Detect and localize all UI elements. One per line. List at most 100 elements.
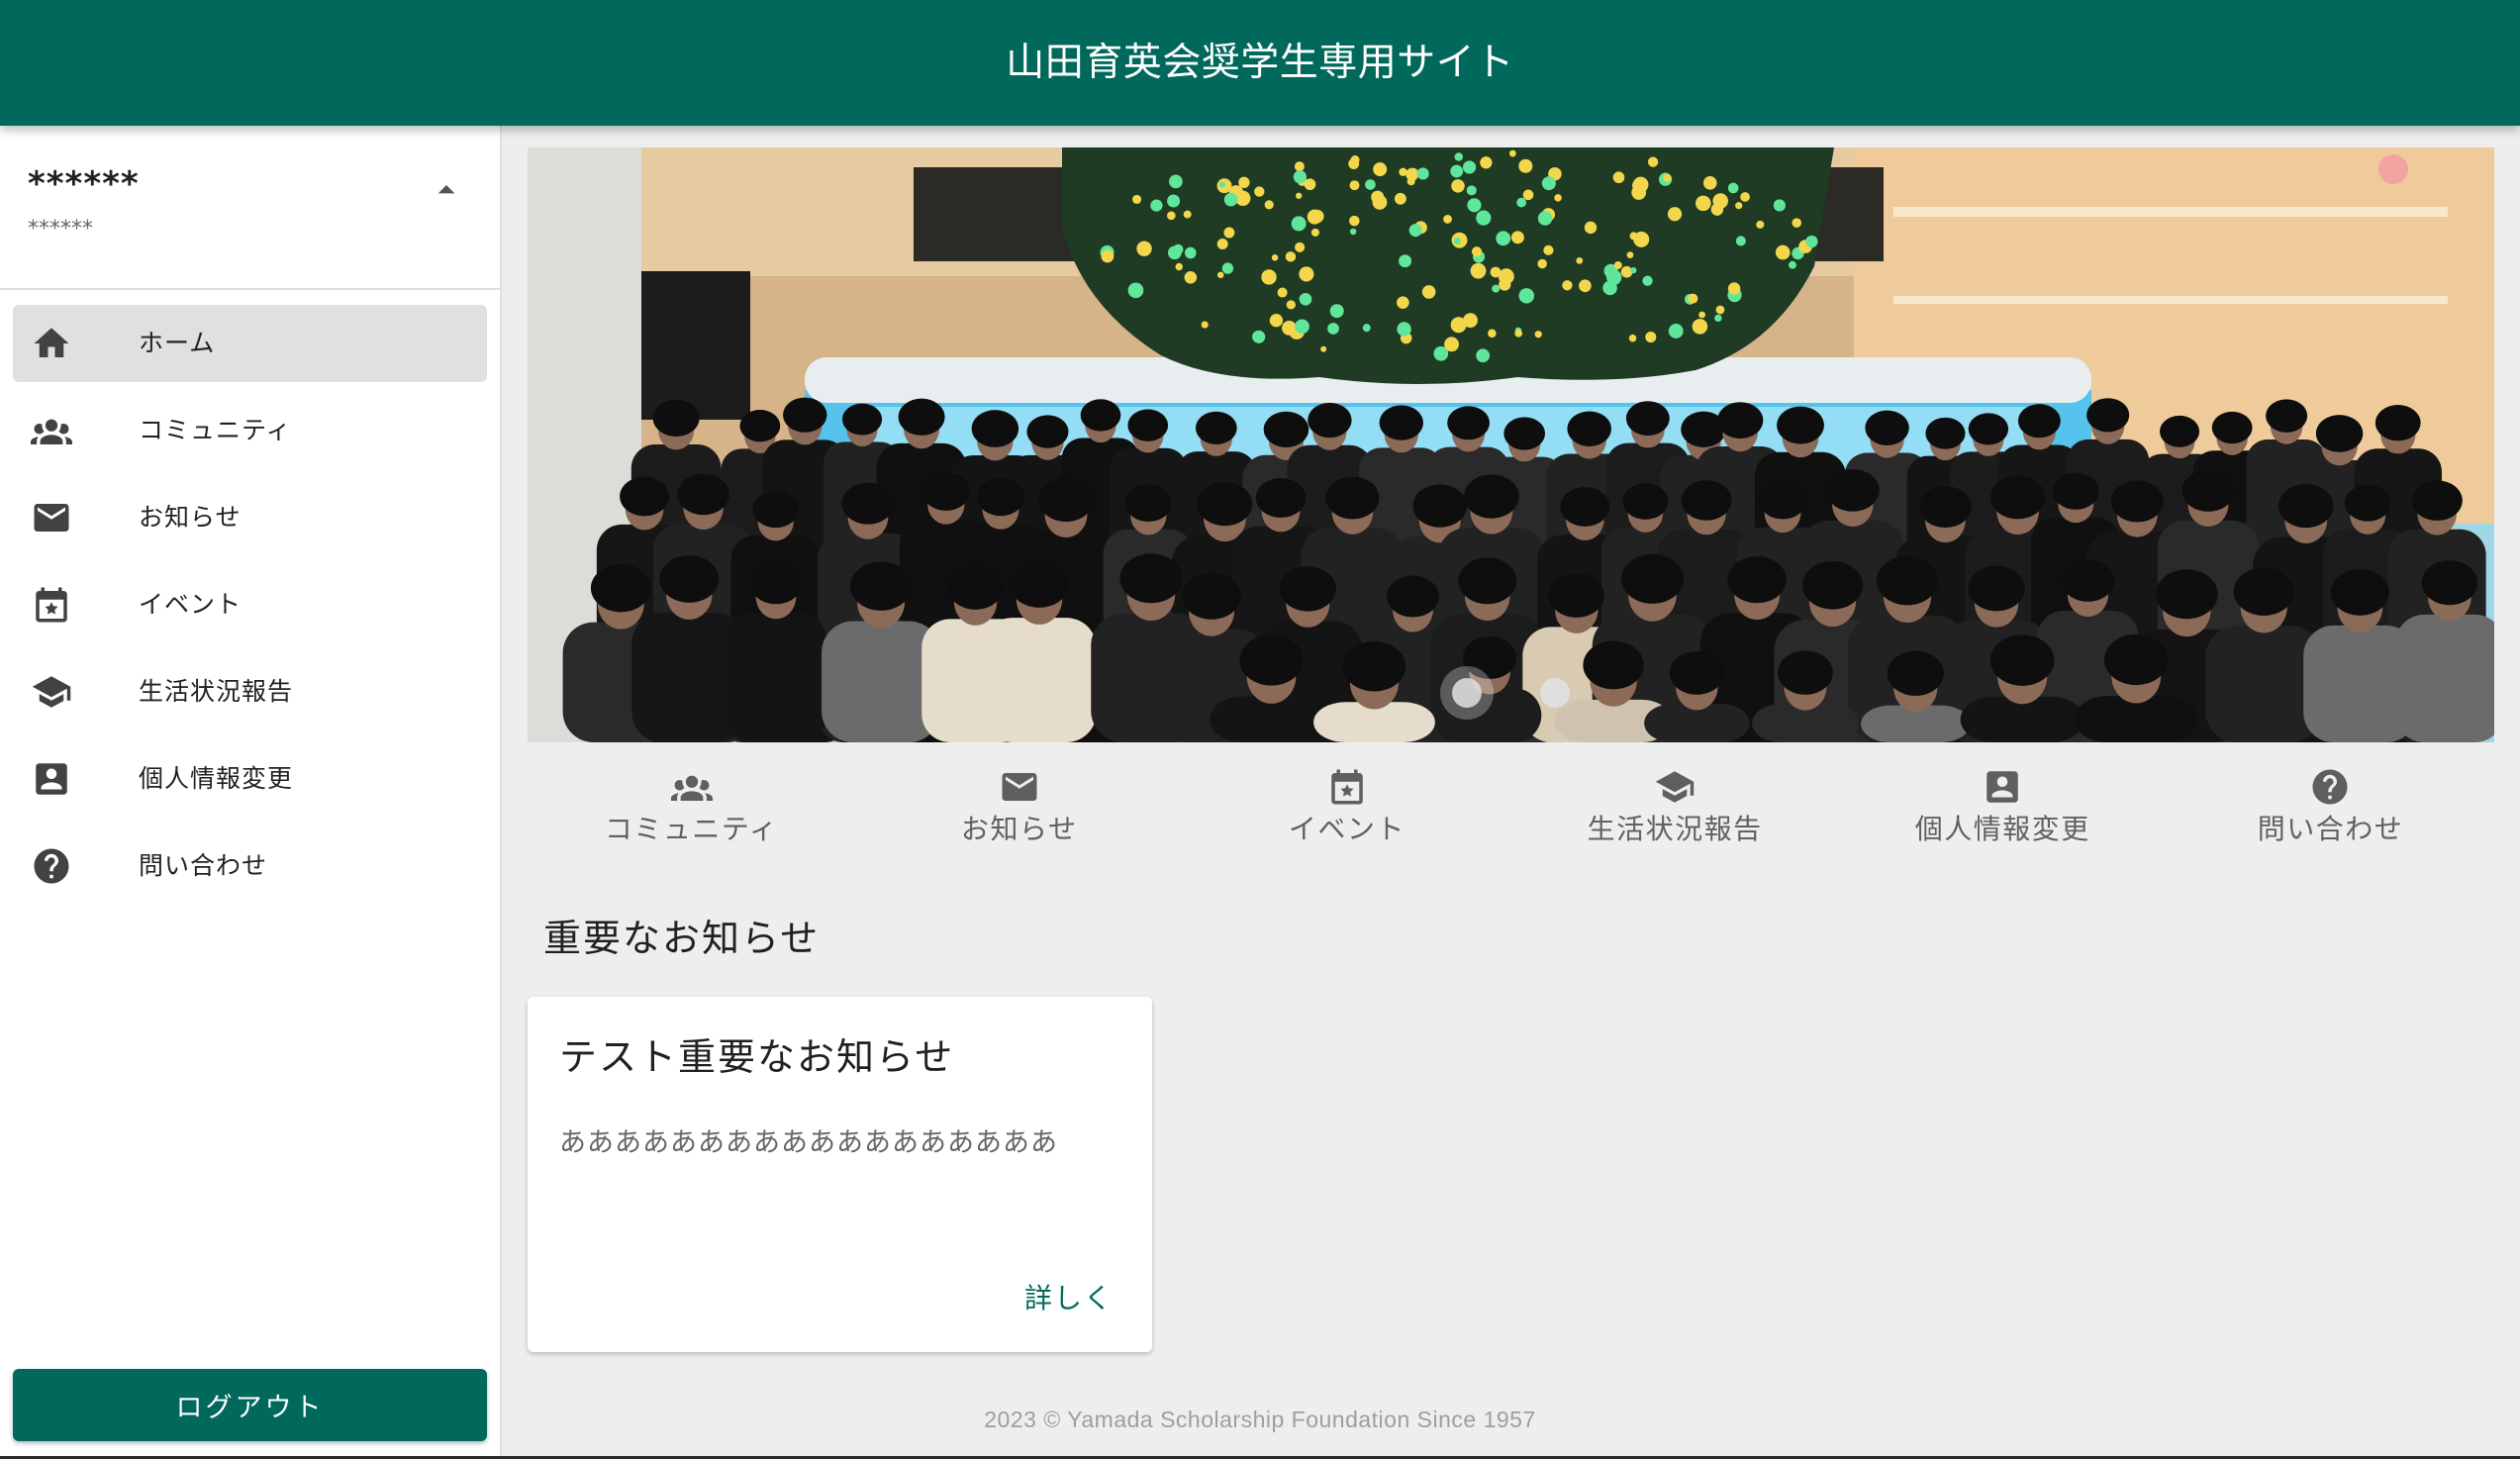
person-hair — [1777, 406, 1824, 444]
carousel-indicators — [528, 666, 2494, 720]
tree-light — [1216, 238, 1228, 249]
sidebar-item-contact[interactable]: 問い合わせ — [13, 827, 487, 905]
photo-dark-screen — [641, 271, 750, 420]
person-hair — [1620, 553, 1684, 604]
tree-light — [1633, 231, 1650, 247]
quick-link-life-report[interactable]: 生活状況報告 — [1511, 766, 1839, 855]
tree-light — [1471, 246, 1483, 257]
sidebar-item-notices[interactable]: お知らせ — [13, 479, 487, 556]
tree-light — [1132, 194, 1142, 204]
tree-light — [1405, 167, 1419, 181]
hero-carousel[interactable] — [528, 147, 2494, 742]
person-hair — [2052, 472, 2099, 510]
carousel-dot[interactable] — [1440, 666, 1494, 720]
person-hair — [1625, 401, 1670, 437]
person-hair — [2330, 568, 2389, 616]
tree-light — [1450, 164, 1464, 178]
tree-light — [1516, 197, 1526, 208]
person-hair — [1458, 557, 1517, 605]
tree-light — [1349, 215, 1360, 227]
sidebar-item-life-report[interactable]: 生活状況報告 — [13, 653, 487, 730]
person-hair — [2211, 411, 2253, 444]
notice-details-link[interactable]: 詳しく — [1024, 1282, 1114, 1315]
quick-link-contact[interactable]: 問い合わせ — [2167, 766, 2494, 855]
account-group-icon — [31, 410, 72, 451]
person-hair — [1990, 475, 2046, 520]
tree-light — [1612, 171, 1625, 184]
tree-light — [1740, 192, 1750, 202]
tree-light — [1579, 279, 1592, 293]
tree-light — [1169, 174, 1183, 189]
sidebar-item-label: 個人情報変更 — [139, 764, 294, 793]
tree-light — [1692, 319, 1708, 335]
person-hair — [1968, 565, 2025, 612]
tree-light — [1628, 334, 1637, 342]
person-hair — [841, 403, 883, 436]
tree-light — [1264, 200, 1274, 210]
sidebar-item-home[interactable]: ホーム — [13, 305, 487, 382]
tree-light — [1261, 269, 1277, 285]
tree-light — [1537, 211, 1553, 226]
person-hair — [1195, 411, 1237, 444]
tree-light — [1295, 242, 1306, 252]
quick-link-label: コミュニティ — [604, 813, 779, 845]
tree-light — [1668, 324, 1684, 339]
tree-light — [1576, 256, 1584, 264]
tree-light — [1696, 195, 1711, 212]
tree-light — [1715, 305, 1725, 315]
quick-link-events[interactable]: イベント — [1183, 766, 1510, 855]
person-hair — [947, 565, 1004, 610]
person-hair — [921, 472, 971, 511]
sidebar-item-community[interactable]: コミュニティ — [13, 392, 487, 469]
tree-light — [1183, 210, 1192, 219]
tree-light — [1773, 199, 1786, 212]
person-hair — [1255, 477, 1307, 519]
sidebar-divider — [0, 288, 500, 290]
tree-light — [1647, 156, 1659, 167]
tree-light — [1217, 271, 1224, 279]
tree-light — [1714, 314, 1722, 323]
person-hair — [1968, 413, 2009, 445]
carousel-dot[interactable] — [1528, 666, 1582, 720]
tree-light — [1397, 296, 1409, 309]
carousel-dot-mark — [1540, 678, 1570, 708]
tree-light — [1350, 155, 1360, 164]
tree-light — [1805, 235, 1818, 248]
quick-link-notices[interactable]: お知らせ — [855, 766, 1183, 855]
sidebar-item-events[interactable]: イベント — [13, 566, 487, 643]
person-hair — [652, 399, 700, 438]
sidebar-item-label: イベント — [139, 590, 242, 619]
arrow-drop-up-icon[interactable] — [427, 170, 466, 210]
person-hair — [590, 564, 651, 613]
tree-light — [1727, 282, 1741, 295]
tree-light — [1470, 262, 1487, 279]
tree-light — [1735, 202, 1743, 210]
tree-light — [1184, 271, 1198, 284]
tree-light — [1136, 241, 1152, 256]
tree-light — [1451, 179, 1465, 193]
person-hair — [1119, 553, 1183, 604]
quick-link-profile-change[interactable]: 個人情報変更 — [1839, 766, 2167, 855]
sidebar-item-profile-change[interactable]: 個人情報変更 — [13, 740, 487, 818]
tree-light — [1399, 167, 1407, 176]
tree-light — [1166, 211, 1176, 221]
account-box-icon — [31, 758, 72, 800]
tree-light — [1522, 189, 1534, 201]
quick-link-label: 個人情報変更 — [1914, 813, 2090, 845]
carousel-photo — [528, 147, 2494, 742]
person-hair — [849, 561, 913, 611]
person-hair — [2278, 483, 2334, 529]
tree-light — [1626, 251, 1634, 258]
user-subtitle: ****** — [28, 217, 93, 242]
tree-light — [1175, 262, 1183, 271]
tree-light — [1496, 231, 1511, 246]
person-hair — [1717, 402, 1764, 439]
person-hair — [1263, 411, 1309, 447]
tree-light — [1554, 194, 1562, 202]
quick-link-community[interactable]: コミュニティ — [528, 766, 855, 855]
person-hair — [1464, 474, 1519, 519]
tree-light — [1584, 221, 1598, 235]
tree-light — [1433, 345, 1449, 361]
sidebar: ****** ****** ホーム コミュニティ お知らせ イベント 生活状況報… — [0, 126, 502, 1459]
notice-body: ああああああああああああああああああ — [559, 1127, 1058, 1158]
